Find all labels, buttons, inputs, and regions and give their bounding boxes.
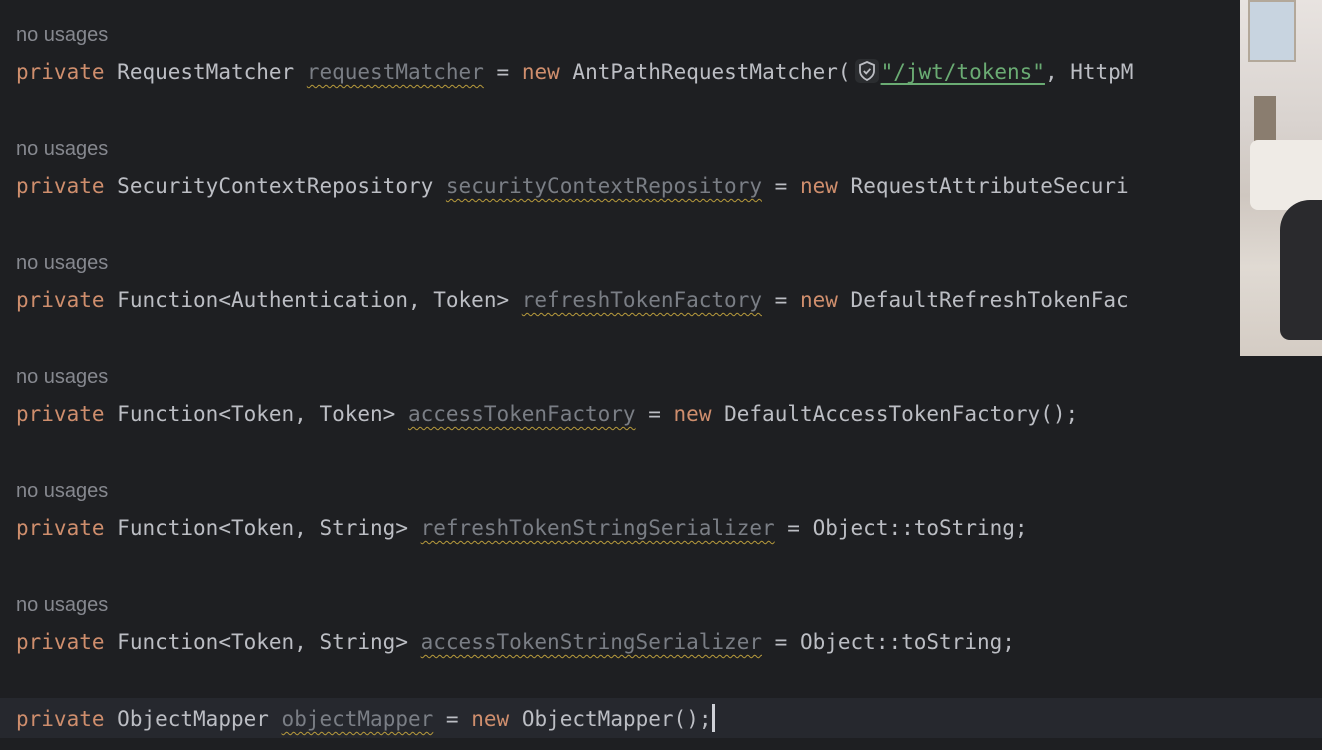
new-keyword: new (673, 402, 712, 426)
code-rest: , HttpM (1044, 60, 1134, 84)
assign-operator: = (496, 60, 510, 84)
field-name[interactable]: refreshTokenFactory (522, 288, 762, 312)
type-name: Function<Authentication, Token> (117, 288, 510, 312)
field-name[interactable]: refreshTokenStringSerializer (421, 516, 775, 540)
usages-hint[interactable]: no usages (16, 593, 108, 617)
new-keyword: new (799, 288, 838, 312)
field-name[interactable]: securityContextRepository (446, 174, 762, 198)
constructor-call: ObjectMapper(); (521, 707, 712, 731)
usages-hint[interactable]: no usages (16, 137, 108, 161)
webcam-overlay (1240, 0, 1322, 356)
text-caret (712, 704, 716, 732)
keyword: private (16, 707, 105, 731)
type-name: SecurityContextRepository (117, 174, 434, 198)
usages-hint[interactable]: no usages (16, 479, 108, 503)
field-name[interactable]: objectMapper (282, 707, 434, 731)
code-line-access-token-factory[interactable]: private Function<Token, Token> accessTok… (16, 400, 1078, 428)
wall-picture (1248, 0, 1296, 62)
constructor-call: DefaultAccessTokenFactory(); (724, 402, 1079, 426)
code-line-security-context-repository[interactable]: private SecurityContextRepository securi… (16, 172, 1129, 200)
usages-hint[interactable]: no usages (16, 365, 108, 389)
constructor-call: RequestAttributeSecuri (850, 174, 1129, 198)
keyword: private (16, 516, 105, 540)
field-name[interactable]: requestMatcher (307, 60, 484, 84)
wall-picture-small (1254, 96, 1276, 144)
type-name: Function<Token, Token> (117, 402, 396, 426)
assign-operator: = (774, 174, 788, 198)
new-keyword: new (521, 60, 560, 84)
code-line-access-token-serializer[interactable]: private Function<Token, String> accessTo… (16, 628, 1015, 656)
field-name[interactable]: accessTokenStringSerializer (421, 630, 762, 654)
keyword: private (16, 60, 105, 84)
assign-operator: = (774, 288, 788, 312)
keyword: private (16, 402, 105, 426)
assign-operator: = (445, 707, 459, 731)
field-name[interactable]: accessTokenFactory (408, 402, 636, 426)
new-keyword: new (799, 174, 838, 198)
type-name: ObjectMapper (117, 707, 269, 731)
constructor-call: DefaultRefreshTokenFac (850, 288, 1129, 312)
code-line-request-matcher[interactable]: private RequestMatcher requestMatcher = … (16, 58, 1133, 86)
method-reference: Object::toString; (799, 630, 1015, 654)
keyword: private (16, 288, 105, 312)
type-name: RequestMatcher (117, 60, 295, 84)
code-line-refresh-token-factory[interactable]: private Function<Authentication, Token> … (16, 286, 1129, 314)
keyword: private (16, 630, 105, 654)
assign-operator: = (787, 516, 800, 540)
keyword: private (16, 174, 105, 198)
usages-hint[interactable]: no usages (16, 251, 108, 275)
constructor-call: AntPathRequestMatcher( (572, 60, 851, 84)
usages-hint[interactable]: no usages (16, 23, 108, 47)
type-name: Function<Token, String> (117, 630, 408, 654)
new-keyword: new (471, 707, 510, 731)
code-line-refresh-token-serializer[interactable]: private Function<Token, String> refreshT… (16, 514, 1028, 542)
presenter-silhouette (1280, 200, 1322, 340)
string-literal: "/jwt/tokens" (880, 60, 1045, 84)
type-name: Function<Token, String> (117, 516, 408, 540)
code-editor[interactable]: no usages private RequestMatcher request… (0, 0, 1322, 750)
assign-operator: = (774, 630, 788, 654)
assign-operator: = (648, 402, 661, 426)
shield-check-icon[interactable] (854, 59, 879, 83)
code-line-object-mapper[interactable]: private ObjectMapper objectMapper = new … (16, 704, 716, 733)
method-reference: Object::toString; (812, 516, 1028, 540)
